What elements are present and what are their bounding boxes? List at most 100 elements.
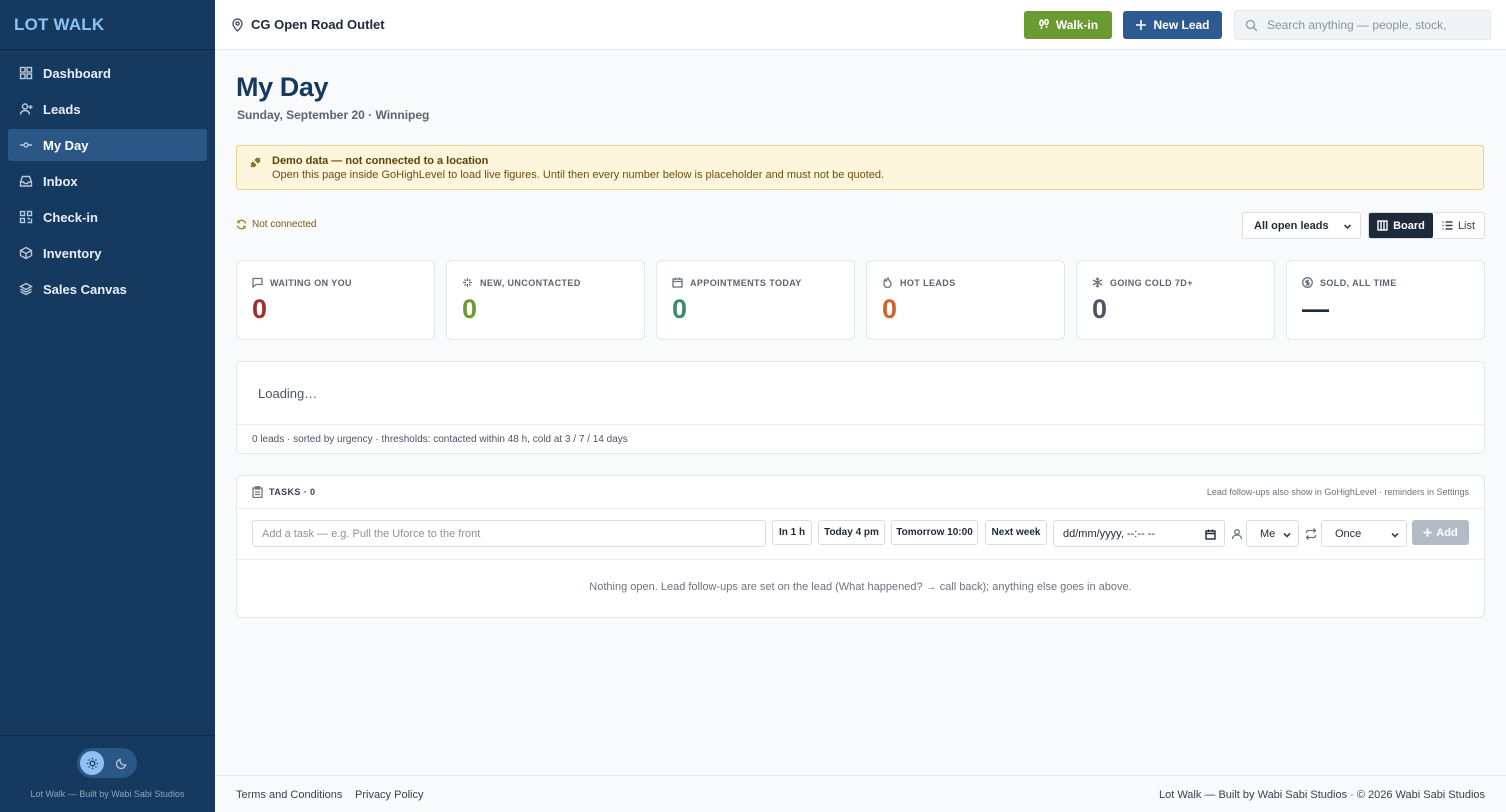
sidebar-item-my-day[interactable]: My Day: [8, 129, 207, 161]
tasks-panel: TASKS · 0 Lead follow-ups also show in G…: [236, 475, 1485, 618]
sidebar-item-label: Leads: [43, 101, 81, 117]
inbox-icon: [18, 174, 33, 189]
commit-icon: [18, 138, 33, 153]
grid-icon: [18, 66, 33, 81]
sidebar: LOT WALK Dashboard Leads My Day Inbox Ch…: [0, 0, 215, 812]
list-view-button[interactable]: List: [1433, 213, 1484, 238]
sidebar-item-check-in[interactable]: Check-in: [8, 201, 207, 233]
sparkle-icon: [463, 278, 472, 287]
box-icon: [18, 246, 33, 261]
sidebar-item-inventory[interactable]: Inventory: [8, 237, 207, 269]
repeat-value: Once: [1335, 527, 1362, 540]
tasks-empty-state: Nothing open. Lead follow-ups are set on…: [589, 581, 1132, 593]
kpi-card[interactable]: SOLD, ALL TIME —: [1286, 260, 1485, 340]
brand[interactable]: LOT WALK: [0, 0, 215, 50]
page-subtitle: Sunday, September 20 · Winnipeg: [237, 108, 430, 122]
status-text: Not connected: [252, 219, 317, 230]
connection-status: Not connected: [236, 219, 317, 230]
snowflake-icon: [1092, 277, 1103, 288]
page-footer: Terms and Conditions Privacy Policy Lot …: [215, 775, 1506, 812]
footer-credit: Lot Walk — Built by Wabi Sabi Studios · …: [1158, 789, 1485, 801]
chevron-down-icon: [1283, 532, 1291, 538]
quick-time-tomorrow[interactable]: Tomorrow 10:00: [891, 520, 978, 545]
kpi-label: APPOINTMENTS TODAY: [690, 277, 802, 288]
message-icon: [252, 277, 263, 288]
new-lead-label: New Lead: [1153, 18, 1210, 32]
sidebar-item-sales-canvas[interactable]: Sales Canvas: [8, 273, 207, 305]
sidebar-item-label: Sales Canvas: [43, 281, 127, 297]
kpi-label: GOING COLD 7D+: [1110, 277, 1193, 288]
brand-logo-text[interactable]: LOT WALK: [14, 15, 104, 35]
kpi-row: WAITING ON YOU 0 NEW, UNCONTACTED 0 APPO…: [236, 260, 1485, 340]
footprints-icon: [1038, 19, 1049, 29]
sun-icon[interactable]: [80, 751, 104, 775]
kpi-label: WAITING ON YOU: [270, 277, 352, 288]
sidebar-item-label: Check-in: [43, 209, 98, 225]
task-input[interactable]: [252, 520, 766, 547]
calendar-icon: [1205, 529, 1216, 540]
calendar-icon: [672, 277, 683, 288]
walk-in-label: Walk-in: [1055, 18, 1099, 32]
flame-icon: [883, 277, 892, 288]
columns-icon: [1377, 220, 1388, 231]
layers-icon: [18, 282, 33, 297]
search-icon: [1245, 19, 1258, 32]
search-input[interactable]: [1267, 18, 1482, 32]
new-lead-button[interactable]: New Lead: [1123, 11, 1222, 39]
main-content: My Day Sunday, September 20 · Winnipeg D…: [215, 51, 1506, 775]
sidebar-item-leads[interactable]: Leads: [8, 93, 207, 125]
board-view-button[interactable]: Board: [1369, 213, 1433, 238]
kpi-label: NEW, UNCONTACTED: [480, 277, 581, 288]
kpi-value: —: [1302, 294, 1329, 324]
kpi-label: SOLD, ALL TIME: [1320, 277, 1397, 288]
repeat-select[interactable]: Once: [1321, 520, 1407, 547]
kpi-card[interactable]: NEW, UNCONTACTED 0: [446, 260, 645, 340]
quick-time-next-week[interactable]: Next week: [985, 520, 1047, 545]
privacy-link[interactable]: Privacy Policy: [355, 789, 423, 801]
sidebar-item-dashboard[interactable]: Dashboard: [8, 57, 207, 89]
kpi-card[interactable]: WAITING ON YOU 0: [236, 260, 435, 340]
due-datetime-field[interactable]: dd/mm/yyyy, --:-- --: [1053, 520, 1225, 547]
theme-toggle[interactable]: [77, 748, 137, 778]
sidebar-item-label: Inbox: [43, 173, 78, 189]
sidebar-nav: Dashboard Leads My Day Inbox Check-in In…: [0, 50, 215, 316]
kpi-value: 0: [462, 294, 478, 324]
kpi-card[interactable]: APPOINTMENTS TODAY 0: [656, 260, 855, 340]
assignee-select[interactable]: Me: [1246, 520, 1299, 547]
location-selector[interactable]: CG Open Road Outlet: [231, 17, 385, 32]
board-footer: 0 leads · sorted by urgency · thresholds…: [237, 424, 1484, 454]
filter-value: All open leads: [1254, 219, 1329, 232]
lead-board: Loading… 0 leads · sorted by urgency · t…: [236, 361, 1485, 454]
global-search[interactable]: [1234, 10, 1491, 40]
lead-filter-select[interactable]: All open leads: [1242, 212, 1361, 239]
user-icon: [1231, 527, 1243, 540]
kpi-card[interactable]: GOING COLD 7D+ 0: [1076, 260, 1275, 340]
board-label: Board: [1393, 219, 1425, 232]
kpi-value: 0: [672, 294, 688, 324]
add-task-button[interactable]: Add: [1412, 520, 1469, 545]
quick-time-today-4pm[interactable]: Today 4 pm: [818, 520, 885, 545]
kpi-card[interactable]: HOT LEADS 0: [866, 260, 1065, 340]
moon-icon[interactable]: [109, 751, 133, 775]
user-plus-icon: [18, 102, 33, 117]
topbar: CG Open Road Outlet Walk-in New Lead: [215, 0, 1506, 50]
location-name: CG Open Road Outlet: [251, 17, 385, 32]
dollar-icon: [1302, 277, 1313, 288]
date-placeholder: dd/mm/yyyy, --:-- --: [1063, 527, 1156, 540]
sidebar-item-inbox[interactable]: Inbox: [8, 165, 207, 197]
plus-icon: [1423, 528, 1432, 537]
page-title: My Day: [236, 72, 329, 102]
view-toggle: Board List: [1368, 212, 1485, 239]
sidebar-footer: Lot Walk — Built by Wabi Sabi Studios: [0, 735, 215, 812]
sidebar-credit: Lot Walk — Built by Wabi Sabi Studios: [30, 789, 185, 799]
sidebar-item-label: My Day: [43, 137, 89, 153]
terms-link[interactable]: Terms and Conditions: [236, 789, 342, 801]
clipboard-icon: [252, 486, 263, 498]
walk-in-button[interactable]: Walk-in: [1024, 11, 1112, 39]
quick-time-1h[interactable]: In 1 h: [772, 520, 812, 545]
sidebar-item-label: Inventory: [43, 245, 102, 261]
refresh-icon: [236, 219, 247, 230]
loading-text: Loading…: [258, 386, 318, 401]
tasks-title-text: TASKS · 0: [269, 487, 316, 497]
map-pin-icon: [232, 17, 243, 32]
